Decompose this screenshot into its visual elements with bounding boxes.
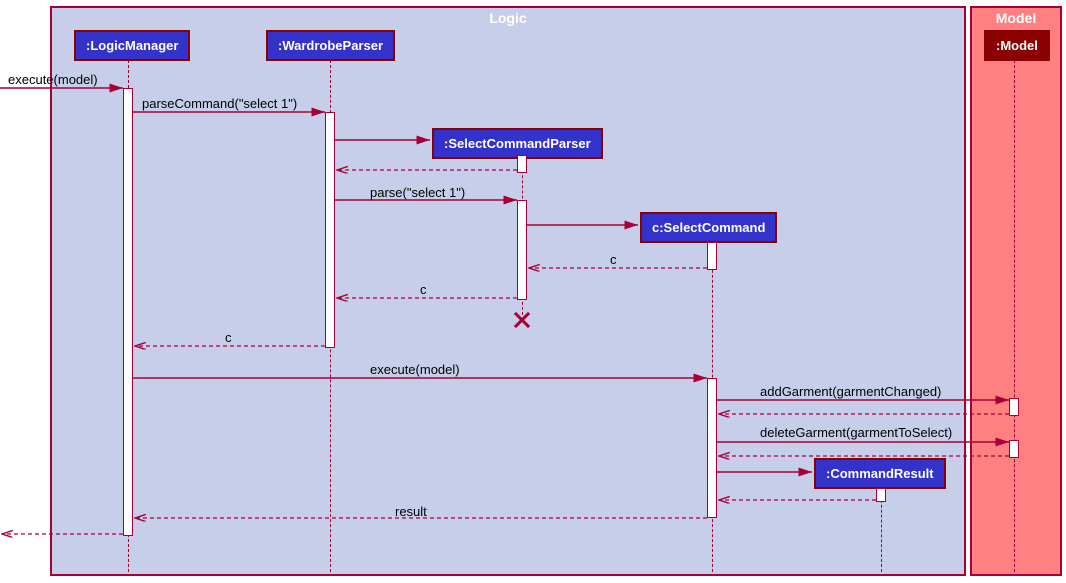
activation-command-result xyxy=(876,488,886,502)
participant-model: :Model xyxy=(984,30,1050,61)
participant-logic-manager: :LogicManager xyxy=(74,30,190,61)
msg-return-c-2: c xyxy=(420,282,427,297)
msg-execute-model-1: execute(model) xyxy=(8,72,98,87)
destroy-icon xyxy=(512,310,532,330)
msg-add-garment: addGarment(garmentChanged) xyxy=(760,384,941,399)
frame-logic-title: Logic xyxy=(489,10,526,26)
msg-result: result xyxy=(395,504,427,519)
activation-sc-2 xyxy=(707,378,717,518)
activation-sc-1 xyxy=(707,242,717,270)
msg-return-c-3: c xyxy=(225,330,232,345)
msg-parse-command: parseCommand("select 1") xyxy=(142,96,297,111)
frame-model-title: Model xyxy=(996,10,1036,26)
participant-wardrobe-parser: :WardrobeParser xyxy=(266,30,395,61)
msg-return-c-1: c xyxy=(610,252,617,267)
frame-logic: Logic xyxy=(50,6,966,576)
activation-wardrobe-parser xyxy=(325,112,335,348)
msg-delete-garment: deleteGarment(garmentToSelect) xyxy=(760,425,952,440)
activation-logic-manager xyxy=(123,88,133,536)
participant-select-command: c:SelectCommand xyxy=(640,212,777,243)
activation-scp-2 xyxy=(517,200,527,300)
frame-model: Model xyxy=(970,6,1062,576)
activation-model-1 xyxy=(1009,398,1019,416)
participant-command-result: :CommandResult xyxy=(814,458,946,489)
lifeline-model xyxy=(1014,60,1015,572)
msg-parse: parse("select 1") xyxy=(370,185,465,200)
activation-scp-1 xyxy=(517,155,527,173)
msg-execute-model-2: execute(model) xyxy=(370,362,460,377)
activation-model-2 xyxy=(1009,440,1019,458)
